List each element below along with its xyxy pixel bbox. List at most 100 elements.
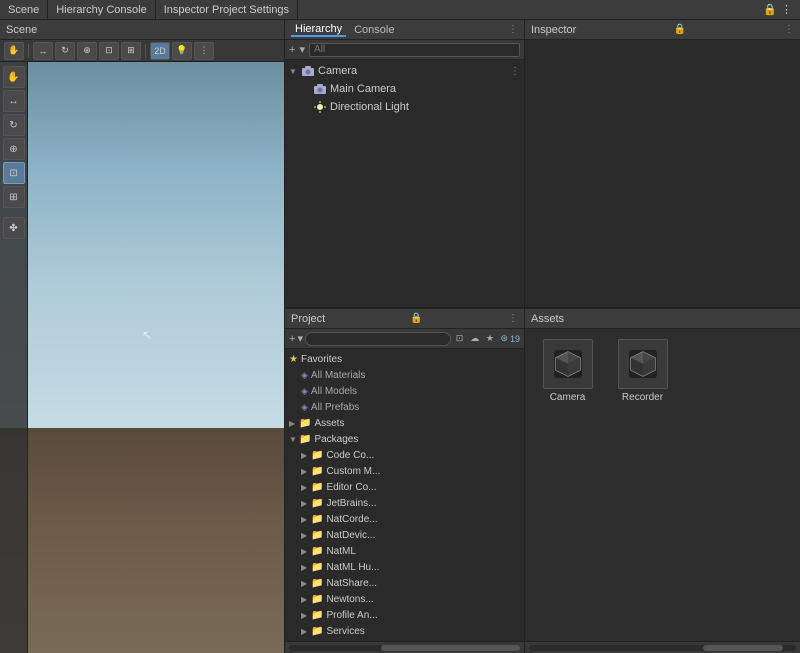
project-header: Project 🔒 ⋮ (285, 309, 524, 329)
sky-background (0, 62, 284, 446)
lock-icon[interactable]: 🔒 (763, 3, 777, 16)
toolbar-btn-rotate[interactable]: ↻ (55, 42, 75, 60)
toolbar-sep-1 (28, 44, 29, 58)
pkg-newtons[interactable]: ▶ 📁 Newtons... (285, 591, 524, 607)
tool-hand[interactable]: ✋ (3, 66, 25, 88)
project-add-btn[interactable]: + (289, 333, 295, 345)
toolbar-sep-2 (145, 44, 146, 58)
hierarchy-add-btn[interactable]: + (289, 44, 295, 56)
pkg-natml[interactable]: ▶ 📁 NatML (285, 543, 524, 559)
toolbar-btn-move[interactable]: ↔ (33, 42, 53, 60)
scroll-track[interactable] (289, 645, 520, 651)
assets-scroll-thumb (703, 645, 783, 651)
toolbar-btn-scale[interactable]: ⊕ (77, 42, 97, 60)
inspector-lock-icon[interactable]: 🔒 (674, 24, 686, 35)
pkg-code-co[interactable]: ▶ 📁 Code Co... (285, 447, 524, 463)
pkg-natdevic[interactable]: ▶ 📁 NatDevic... (285, 527, 524, 543)
ground-background (0, 428, 284, 653)
pkg-label-7: NatML (326, 546, 355, 557)
toolbar-btn-transform[interactable]: ⊞ (121, 42, 141, 60)
project-icon-2[interactable]: ☁ (468, 332, 481, 346)
header-right-actions: 🔒 ⋮ (763, 0, 800, 19)
pkg-services[interactable]: ▶ 📁 Services (285, 623, 524, 639)
pkg-folder-11: 📁 (311, 610, 323, 621)
fav-all-materials[interactable]: ◈ All Materials (285, 367, 524, 383)
hierarchy-tab-header[interactable]: Hierarchy Console (48, 0, 156, 19)
toolbar-btn-2d[interactable]: 2D (150, 42, 170, 60)
pkg-natcorde[interactable]: ▶ 📁 NatCorde... (285, 511, 524, 527)
assets-arrow: ▶ (289, 419, 299, 428)
menu-icon[interactable]: ⋮ (781, 3, 792, 16)
fav-all-models[interactable]: ◈ All Models (285, 383, 524, 399)
hierarchy-search-input[interactable] (309, 43, 520, 57)
hierarchy-dropdown-btn[interactable]: ▾ (299, 43, 305, 56)
assets-folder-icon: 📁 (299, 418, 311, 429)
assets-scroll-track[interactable] (529, 645, 796, 651)
fav-materials-label: All Materials (311, 370, 365, 381)
project-scrollbar[interactable] (285, 641, 524, 653)
pkg-natml-hu[interactable]: ▶ 📁 NatML Hu... (285, 559, 524, 575)
pkg-label-12: Services (326, 626, 364, 637)
pkg-folder-4: 📁 (311, 498, 323, 509)
inspector-menu-btn[interactable]: ⋮ (784, 24, 794, 35)
pkg-custom-m[interactable]: ▶ 📁 Custom M... (285, 463, 524, 479)
left-tools-panel: ✋ ↔ ↻ ⊕ ⊡ ⊞ ✤ (0, 62, 28, 653)
scroll-thumb (381, 645, 520, 651)
toolbar-btn-light[interactable]: 💡 (172, 42, 192, 60)
tool-transform[interactable]: ⊞ (3, 186, 25, 208)
inspector-tab-header[interactable]: Inspector Project Settings (156, 0, 298, 19)
pkg-label-10: Newtons... (326, 594, 373, 605)
toolbar-btn-rect[interactable]: ⊡ (99, 42, 119, 60)
pkg-natshare[interactable]: ▶ 📁 NatShare... (285, 575, 524, 591)
pkg-editor-co[interactable]: ▶ 📁 Editor Co... (285, 479, 524, 495)
packages-arrow: ▼ (289, 435, 299, 444)
project-search-input[interactable] (305, 332, 451, 346)
project-lock-btn[interactable]: 🔒 (410, 313, 422, 324)
project-panel: Project 🔒 ⋮ + ▾ ⊡ ☁ ★ ⊛ 19 ★ (285, 308, 800, 653)
packages-folder-icon: 📁 (299, 434, 311, 445)
asset-item-camera[interactable]: Camera (535, 339, 600, 403)
camera-menu-btn[interactable]: ⋮ (510, 66, 520, 77)
tree-assets-root[interactable]: ▶ 📁 Assets (285, 415, 524, 431)
tool-scale[interactable]: ⊕ (3, 138, 25, 160)
scene-tab-label: Scene (8, 4, 39, 16)
project-dropdown-btn[interactable]: ▾ (297, 332, 303, 345)
tree-label-camera: Camera (318, 65, 357, 77)
favorites-label: ★ Favorites (285, 351, 524, 367)
console-tab[interactable]: Console (350, 24, 398, 36)
project-badge-count: 19 (510, 334, 520, 344)
pkg-label-3: Editor Co... (326, 482, 376, 493)
tool-move[interactable]: ↔ (3, 90, 25, 112)
fav-models-label: All Models (311, 386, 357, 397)
project-icon-1[interactable]: ⊡ (453, 332, 466, 346)
scene-tab-header[interactable]: Scene (0, 0, 48, 19)
fav-all-prefabs[interactable]: ◈ All Prefabs (285, 399, 524, 415)
hierarchy-menu-btn[interactable]: ⋮ (508, 24, 518, 35)
toolbar-btn-hand[interactable]: ✋ (4, 42, 24, 60)
tree-packages-root[interactable]: ▼ 📁 Packages (285, 431, 524, 447)
tool-extra[interactable]: ✤ (3, 217, 25, 239)
pkg-arrow-10: ▶ (301, 595, 311, 604)
tree-item-directional-light[interactable]: Directional Light (285, 98, 524, 116)
tool-separator (0, 212, 27, 213)
directional-light-icon (313, 100, 327, 114)
tool-rotate[interactable]: ↻ (3, 114, 25, 136)
camera-folder-icon (301, 64, 315, 78)
assets-scrollbar[interactable] (525, 641, 800, 653)
tree-arrow-camera: ▼ (289, 67, 301, 76)
asset-item-recorder[interactable]: Recorder (610, 339, 675, 403)
tree-item-camera-root[interactable]: ▼ Camera ⋮ (285, 62, 524, 80)
pkg-jetbrains[interactable]: ▶ 📁 JetBrains... (285, 495, 524, 511)
pkg-profile-an[interactable]: ▶ 📁 Profile An... (285, 607, 524, 623)
toolbar-btn-menu[interactable]: ⋮ (194, 42, 214, 60)
hierarchy-tree: ▼ Camera ⋮ (285, 60, 524, 307)
tree-item-main-camera[interactable]: Main Camera (285, 80, 524, 98)
pkg-arrow-7: ▶ (301, 547, 311, 556)
project-icon-3[interactable]: ★ (483, 332, 496, 346)
star-icon: ★ (289, 354, 298, 365)
pkg-label-2: Custom M... (326, 466, 380, 477)
hierarchy-tab[interactable]: Hierarchy (291, 23, 346, 37)
tool-rect[interactable]: ⊡ (3, 162, 25, 184)
inspector-tab-label: Inspector (164, 4, 209, 16)
project-menu-btn[interactable]: ⋮ (508, 313, 518, 324)
